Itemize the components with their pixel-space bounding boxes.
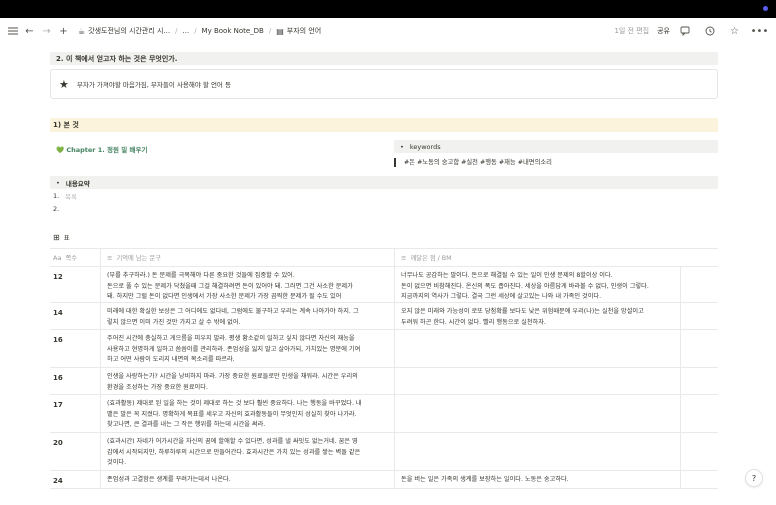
- cell-quote[interactable]: (효과시간) 자네가 어가시간을 자신의 꿈에 할애할 수 있다면, 성과를 낼…: [100, 433, 394, 470]
- cell-page[interactable]: 17: [50, 395, 100, 432]
- favorite-star-icon[interactable]: ☆: [728, 25, 741, 38]
- cell-page[interactable]: 12: [50, 267, 100, 302]
- help-question-icon: ?: [751, 473, 757, 483]
- database-title[interactable]: ⊞ 표: [50, 231, 718, 243]
- column-header-quote[interactable]: ≡ 기억에 남는 문구: [100, 249, 394, 266]
- text-type-icon: Aa: [53, 253, 62, 262]
- table-row[interactable]: 17 (효과활동) 제대로 된 일을 하는 것이 제대로 하는 것 보다 훨씬 …: [50, 395, 718, 433]
- cell-quote[interactable]: (효과활동) 제대로 된 일을 하는 것이 제대로 하는 것 보다 훨씬 중요하…: [100, 395, 394, 432]
- table-row[interactable]: 24 존엄성과 고결함은 생계를 꾸려가는데서 나온다. 돈을 버는 일은 가족…: [50, 471, 718, 489]
- database-table: Aa 쪽수 ≡ 기억에 남는 문구 ≡ 깨달은 점 / BM 12 (부를 추구…: [50, 248, 718, 489]
- forward-arrow-icon[interactable]: →: [40, 25, 53, 38]
- callout-text: 부자가 가져야할 마음가짐, 부자들이 사용해야 할 언어 등: [76, 81, 231, 89]
- cell-page[interactable]: 16: [50, 330, 100, 367]
- text-lines-icon: ≡: [107, 253, 113, 262]
- database-title-text: 표: [63, 234, 70, 242]
- page-content: 2. 이 책에서 얻고자 하는 것은 무엇인가. ★ 부자가 가져야할 마음가짐…: [50, 48, 718, 489]
- column-header-page[interactable]: Aa 쪽수: [50, 249, 100, 266]
- mug-icon: ☕: [78, 26, 86, 36]
- comment-icon[interactable]: [678, 25, 691, 38]
- breadcrumb-workspace[interactable]: 갓생도전님의 시간관리 시...: [88, 26, 170, 36]
- table-header-row: Aa 쪽수 ≡ 기억에 남는 문구 ≡ 깨달은 점 / BM: [50, 249, 718, 267]
- more-options-icon[interactable]: •••: [751, 25, 769, 38]
- table-row[interactable]: 20 (효과시간) 자네가 어가시간을 자신의 꿈에 할애할 수 있다면, 성과…: [50, 433, 718, 471]
- book-icon: ▤: [276, 26, 284, 36]
- summary-heading: • 내용요약: [50, 176, 718, 189]
- history-clock-icon[interactable]: [703, 25, 716, 38]
- cell-insight[interactable]: [394, 395, 680, 432]
- cell-insight[interactable]: [394, 330, 680, 367]
- cell-page[interactable]: 16: [50, 368, 100, 394]
- callout-block[interactable]: ★ 부자가 가져야할 마음가짐, 부자들이 사용해야 할 언어 등: [50, 69, 718, 99]
- cell-insight[interactable]: 너무나도 공감하는 말이다. 돈으로 해결될 수 있는 일이 인생 문제의 8할…: [394, 267, 680, 302]
- bullet-icon: •: [56, 178, 60, 187]
- table-icon: ⊞: [53, 232, 60, 242]
- summary-label: 내용요약: [65, 179, 90, 188]
- table-row[interactable]: 14 미래에 대한 확실한 보상은 그 어디에도 없다네, 그럼에도 불구하고 …: [50, 303, 718, 330]
- cell-quote[interactable]: 미래에 대한 확실한 보상은 그 어디에도 없다네, 그럼에도 불구하고 우리는…: [100, 303, 394, 329]
- keywords-label: keywords: [409, 142, 441, 151]
- star-icon: ★: [59, 77, 69, 91]
- keywords-quote: #돈 #노동의 숭고함 #실천 #행동 #재능 #내면의소리: [394, 158, 718, 167]
- cell-quote[interactable]: 존엄성과 고결함은 생계를 꾸려가는데서 나온다.: [100, 471, 394, 488]
- chapter-label: 💚 Chapter 1. 정원 밑 배우기: [56, 146, 148, 154]
- cell-page[interactable]: 14: [50, 303, 100, 329]
- bullet-icon: •: [400, 142, 404, 151]
- text-lines-icon: ≡: [401, 253, 407, 262]
- os-menu-bar: [0, 0, 776, 18]
- table-row[interactable]: 16 인생을 사랑하는가? 시간을 낭비하지 마라. 가장 중요한 원료들로만 …: [50, 368, 718, 395]
- status-dot-icon: [763, 6, 768, 11]
- cell-quote[interactable]: 인생을 사랑하는가? 시간을 낭비하지 마라. 가장 중요한 원료들로만 인생을…: [100, 368, 394, 394]
- plus-icon[interactable]: +: [57, 25, 70, 38]
- share-button[interactable]: 공유: [657, 26, 670, 36]
- cell-quote[interactable]: 주어진 시간에 충실하고 게으름을 피우지 말라. 평생 황소같이 일하고 싶지…: [100, 330, 394, 367]
- breadcrumb: ☕ 갓생도전님의 시간관리 시... / ... / My Book Note_…: [78, 26, 322, 36]
- back-arrow-icon[interactable]: ←: [23, 25, 36, 38]
- cell-insight[interactable]: 오지 않은 미래와 가능성이 로또 당첨확률 보다도 낮은 위험때문에 우리(나…: [394, 303, 680, 329]
- two-column-block: 💚 Chapter 1. 정원 밑 배우기 • keywords #돈 #노동의…: [50, 140, 718, 167]
- help-button[interactable]: ?: [746, 470, 762, 486]
- breadcrumb-current-page[interactable]: 부자의 언어: [287, 26, 321, 36]
- keywords-heading: • keywords: [394, 140, 718, 153]
- cell-quote[interactable]: (부를 추구하라.) 돈 문제를 극복해야 다른 중요한 것들에 집중할 수 있…: [100, 267, 394, 302]
- cell-page[interactable]: 24: [50, 471, 100, 488]
- list-item[interactable]: 1. 목록: [50, 189, 718, 202]
- section-heading: 1) 본 것: [50, 118, 718, 132]
- table-row[interactable]: 16 주어진 시간에 충실하고 게으름을 피우지 말라. 평생 황소같이 일하고…: [50, 330, 718, 368]
- cell-page[interactable]: 20: [50, 433, 100, 470]
- cell-insight[interactable]: [394, 433, 680, 470]
- breadcrumb-book-note-db[interactable]: My Book Note_DB: [202, 27, 264, 35]
- list-item[interactable]: 2.: [50, 202, 718, 215]
- sidebar-menu-icon[interactable]: [6, 25, 19, 38]
- edited-time: 1일 전 편집: [614, 27, 650, 35]
- cell-insight[interactable]: [394, 368, 680, 394]
- top-bar: ← → + ☕ 갓생도전님의 시간관리 시... / ... / My Book…: [0, 18, 776, 44]
- breadcrumb-ellipsis[interactable]: ...: [183, 27, 190, 35]
- table-row[interactable]: 12 (부를 추구하라.) 돈 문제를 극복해야 다른 중요한 것들에 집중할 …: [50, 267, 718, 303]
- question-heading: 2. 이 책에서 얻고자 하는 것은 무엇인가.: [50, 52, 718, 65]
- cell-insight[interactable]: 돈을 버는 일은 가족의 생계를 보장하는 일이다. 노동은 숭고하다.: [394, 471, 680, 488]
- column-header-insight[interactable]: ≡ 깨달은 점 / BM: [394, 249, 680, 266]
